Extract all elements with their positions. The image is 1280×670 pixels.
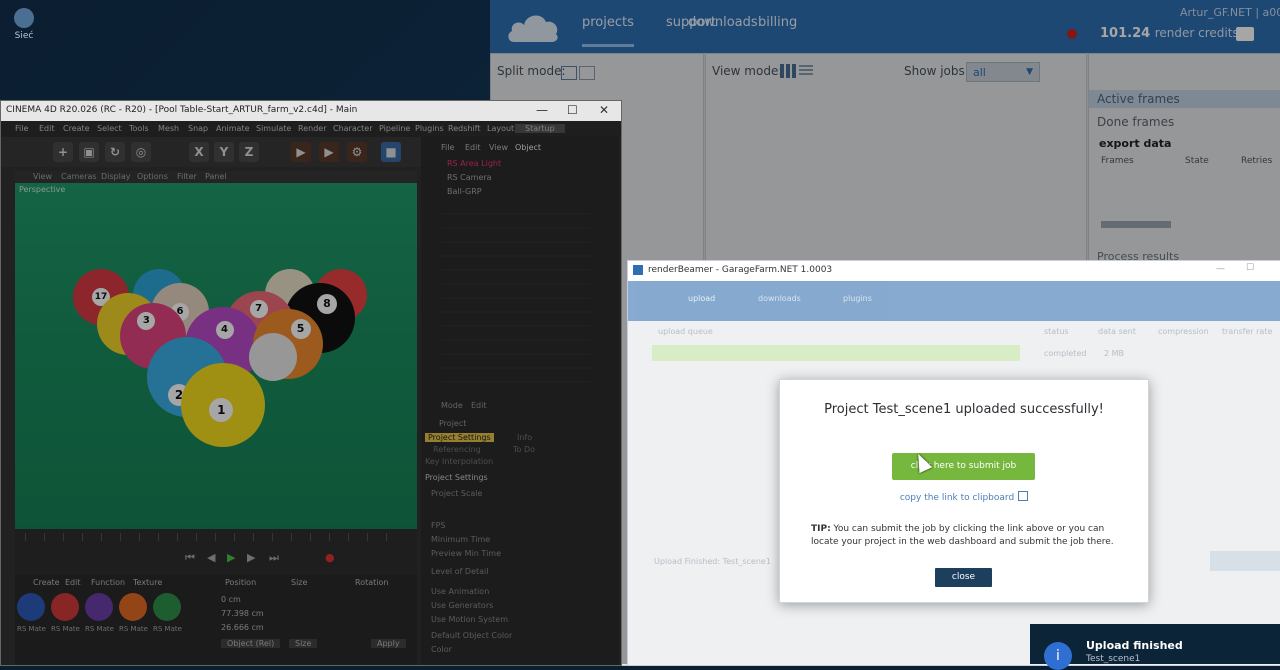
copy-link-button[interactable]: copy the link to clipboard (780, 491, 1148, 503)
minimize-icon[interactable]: — (536, 103, 548, 117)
tip-prefix: TIP: (811, 524, 831, 534)
copy-icon (1018, 491, 1029, 501)
rb-column: status (1044, 327, 1069, 336)
upload-progress-bar (652, 345, 1020, 361)
add-button[interactable] (1210, 551, 1280, 571)
maximize-icon[interactable]: ☐ (1246, 263, 1254, 273)
upload-finished-toast[interactable]: i Upload finished Test_scene1 (1030, 624, 1280, 670)
rb-row-size: 2 MB (1104, 349, 1125, 358)
tip-body: You can submit the job by clicking the l… (811, 524, 1114, 547)
toast-subtitle: Test_scene1 (1086, 654, 1141, 664)
toast-title: Upload finished (1086, 639, 1183, 652)
renderbeamer-nav-bar: upload downloads plugins (628, 281, 1280, 321)
renderbeamer-title: renderBeamer - GarageFarm.NET 1.0003 (648, 265, 833, 275)
close-button[interactable]: close (935, 568, 992, 587)
rb-column: upload queue (658, 327, 713, 336)
upload-success-dialog: Project Test_scene1 uploaded successfull… (779, 379, 1149, 603)
cinema4d-window: CINEMA 4D R20.026 (RC - R20) - [Pool Tab… (0, 100, 622, 666)
renderbeamer-title-bar: renderBeamer - GarageFarm.NET 1.0003 — ☐ (628, 261, 1280, 281)
renderbeamer-app-icon (633, 265, 643, 275)
close-icon[interactable]: ✕ (599, 103, 609, 117)
info-icon: i (1044, 642, 1072, 670)
minimize-icon[interactable]: — (1216, 264, 1225, 274)
c4d-title-bar: CINEMA 4D R20.026 (RC - R20) - [Pool Tab… (1, 101, 621, 121)
rb-row-status: completed (1044, 349, 1087, 358)
tip-text: TIP: You can submit the job by clicking … (811, 523, 1121, 549)
rb-nav-upload[interactable]: upload (688, 294, 715, 303)
rb-column: compression (1158, 327, 1209, 336)
rb-nav-downloads[interactable]: downloads (758, 294, 801, 303)
copy-link-label: copy the link to clipboard (899, 493, 1015, 503)
rb-column: transfer rate (1222, 327, 1273, 336)
rb-log-label: Upload Finished: Test_scene1 (654, 557, 771, 566)
maximize-icon[interactable]: ☐ (567, 103, 578, 117)
desktop-icon-label: Sieć (14, 31, 34, 41)
network-desktop-icon[interactable]: Sieć (10, 8, 38, 41)
network-icon (14, 8, 34, 28)
rb-nav-plugins[interactable]: plugins (843, 294, 872, 303)
dialog-title: Project Test_scene1 uploaded successfull… (824, 402, 1104, 417)
rb-column: data sent (1098, 327, 1136, 336)
c4d-window-title: CINEMA 4D R20.026 (RC - R20) - [Pool Tab… (6, 105, 358, 115)
c4d-dim-overlay (1, 121, 621, 665)
